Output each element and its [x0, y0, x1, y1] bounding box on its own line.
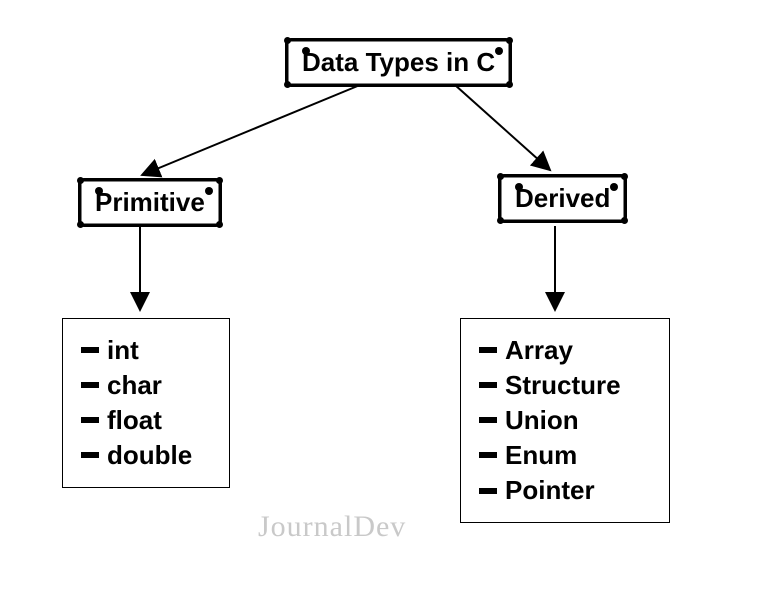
list-item-label: Enum	[505, 440, 577, 470]
dash-icon	[81, 417, 99, 423]
primitive-list-box: int char float double	[62, 318, 230, 488]
list-item: Array	[479, 333, 651, 368]
derived-list: Array Structure Union Enum Pointer	[479, 333, 651, 508]
dash-icon	[479, 347, 497, 353]
derived-list-box: Array Structure Union Enum Pointer	[460, 318, 670, 523]
list-item: int	[81, 333, 211, 368]
dash-icon	[479, 417, 497, 423]
dash-icon	[81, 382, 99, 388]
primitive-list: int char float double	[81, 333, 211, 473]
watermark-text: JournalDev	[258, 510, 406, 544]
list-item-label: double	[107, 440, 192, 470]
dash-icon	[81, 452, 99, 458]
dash-icon	[81, 347, 99, 353]
dash-icon	[479, 488, 497, 494]
list-item-label: Array	[505, 335, 573, 365]
root-node: Data Types in C	[285, 38, 512, 87]
dash-icon	[479, 452, 497, 458]
primitive-node: Primitive	[78, 178, 222, 227]
root-title: Data Types in C	[302, 47, 495, 77]
list-item-label: Union	[505, 405, 579, 435]
list-item-label: Structure	[505, 370, 621, 400]
derived-label: Derived	[515, 183, 610, 213]
list-item: Pointer	[479, 473, 651, 508]
list-item: float	[81, 403, 211, 438]
list-item-label: float	[107, 405, 162, 435]
list-item: Structure	[479, 368, 651, 403]
list-item: Enum	[479, 438, 651, 473]
list-item-label: int	[107, 335, 139, 365]
list-item-label: char	[107, 370, 162, 400]
list-item: Union	[479, 403, 651, 438]
list-item: double	[81, 438, 211, 473]
dash-icon	[479, 382, 497, 388]
derived-node: Derived	[498, 174, 627, 223]
list-item-label: Pointer	[505, 475, 595, 505]
list-item: char	[81, 368, 211, 403]
primitive-label: Primitive	[95, 187, 205, 217]
